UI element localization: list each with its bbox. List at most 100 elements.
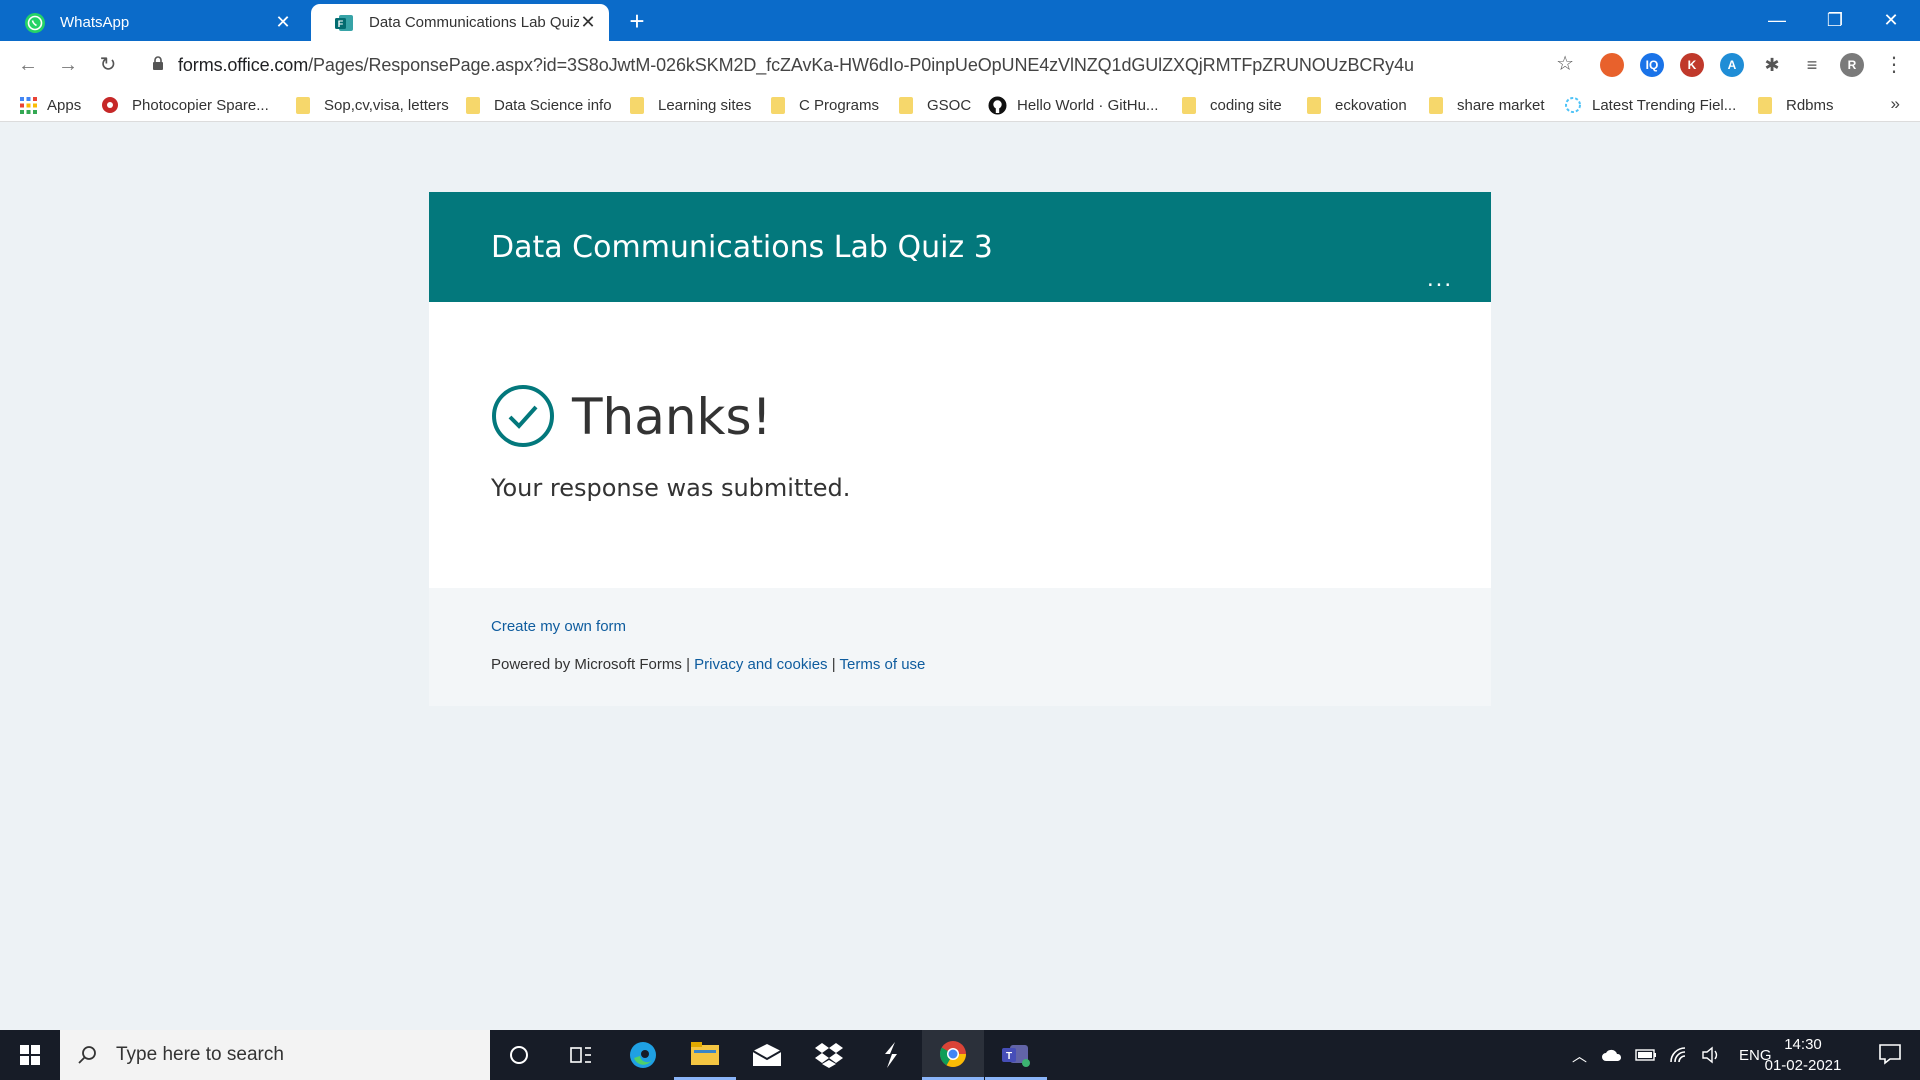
sublime-icon[interactable] bbox=[860, 1030, 922, 1080]
tab-title: Data Communications Lab Quiz 3 bbox=[369, 14, 579, 31]
whatsapp-icon bbox=[25, 12, 45, 33]
microsoft-forms-icon: F bbox=[335, 14, 353, 31]
browser-menu-icon[interactable]: ⋮ bbox=[1880, 51, 1908, 79]
ext-a-icon[interactable]: A bbox=[1720, 53, 1744, 77]
bookmark-coding-site[interactable]: coding site bbox=[1182, 94, 1282, 116]
show-hidden-icons-chevron-icon[interactable]: ︿ bbox=[1572, 1045, 1587, 1066]
form-footer: Create my own form Powered by Microsoft … bbox=[429, 588, 1491, 706]
url-text: forms.office.com/Pages/ResponsePage.aspx… bbox=[178, 55, 1414, 76]
new-tab-button[interactable]: + bbox=[622, 6, 652, 36]
cortana-icon[interactable] bbox=[488, 1030, 550, 1080]
ext-iq-icon[interactable]: IQ bbox=[1640, 53, 1664, 77]
task-view-icon[interactable] bbox=[550, 1030, 612, 1080]
bookmark-label: eckovation bbox=[1335, 96, 1407, 114]
notifications-icon[interactable] bbox=[1878, 1042, 1902, 1066]
bookmark-github[interactable]: Hello World · GitHu... bbox=[988, 94, 1158, 116]
windows-logo-icon bbox=[20, 1045, 40, 1065]
mail-icon[interactable] bbox=[736, 1030, 798, 1080]
folder-icon bbox=[1182, 96, 1196, 114]
system-tray: ︿ ENG bbox=[1572, 1030, 1772, 1080]
bookmark-sop-cv[interactable]: Sop,cv,visa, letters bbox=[296, 94, 449, 116]
reload-button[interactable]: ↻ bbox=[94, 51, 122, 79]
media-queue-icon[interactable]: ≡ bbox=[1800, 53, 1824, 77]
separator: | bbox=[686, 656, 690, 673]
folder-icon bbox=[1429, 96, 1443, 114]
system-clock[interactable]: 14:30 01-02-2021 bbox=[1758, 1034, 1848, 1076]
close-tab-icon[interactable]: ✕ bbox=[274, 12, 292, 33]
cortana-circle-icon bbox=[510, 1046, 528, 1064]
volume-icon[interactable] bbox=[1701, 1046, 1721, 1064]
bookmark-gsoc[interactable]: GSOC bbox=[899, 94, 971, 116]
bookmarks-bar: Apps Photocopier Spare... Sop,cv,visa, l… bbox=[0, 88, 1920, 122]
create-form-link[interactable]: Create my own form bbox=[491, 618, 626, 635]
bookmark-latest-trending[interactable]: Latest Trending Fiel... bbox=[1564, 94, 1736, 116]
minimize-button[interactable]: — bbox=[1748, 0, 1806, 41]
teams-icon[interactable]: T bbox=[985, 1030, 1047, 1080]
bookmark-label: GSOC bbox=[927, 96, 972, 114]
bookmark-share-market[interactable]: share market bbox=[1429, 94, 1545, 116]
start-button[interactable] bbox=[0, 1030, 60, 1080]
photocopier-site-icon bbox=[102, 97, 118, 113]
thanks-heading: Thanks! bbox=[572, 388, 772, 446]
bookmark-label: Rdbms bbox=[1786, 96, 1834, 114]
profile-avatar[interactable]: R bbox=[1840, 53, 1864, 77]
apps-grid-icon bbox=[20, 96, 37, 114]
onedrive-cloud-icon[interactable] bbox=[1601, 1048, 1623, 1062]
close-tab-icon[interactable]: ✕ bbox=[579, 12, 597, 33]
dropbox-icon[interactable] bbox=[798, 1030, 860, 1080]
form-title: Data Communications Lab Quiz 3 bbox=[491, 230, 993, 265]
submission-message: Your response was submitted. bbox=[491, 474, 851, 502]
url-path: /Pages/ResponsePage.aspx?id=3S8oJwtM-026… bbox=[308, 55, 1414, 75]
clock-time: 14:30 bbox=[1784, 1036, 1822, 1053]
battery-icon[interactable] bbox=[1635, 1049, 1657, 1061]
terms-link[interactable]: Terms of use bbox=[840, 656, 926, 673]
bookmark-data-science[interactable]: Data Science info bbox=[466, 94, 612, 116]
form-header: Data Communications Lab Quiz 3 ... bbox=[429, 192, 1491, 302]
bookmark-learning-sites[interactable]: Learning sites bbox=[630, 94, 751, 116]
bookmark-apps[interactable]: Apps bbox=[20, 94, 81, 116]
bookmark-eckovation[interactable]: eckovation bbox=[1307, 94, 1407, 116]
tab-title: WhatsApp bbox=[60, 14, 130, 31]
edge-logo-icon bbox=[630, 1042, 656, 1068]
powered-by-text: Powered by Microsoft Forms bbox=[491, 656, 682, 673]
chrome-logo-icon bbox=[939, 1040, 967, 1067]
powered-by-line: Powered by Microsoft Forms | Privacy and… bbox=[491, 656, 925, 673]
privacy-link[interactable]: Privacy and cookies bbox=[694, 656, 827, 673]
ext-orange-icon[interactable] bbox=[1600, 53, 1624, 77]
teams-logo-icon: T bbox=[1002, 1044, 1030, 1067]
edge-icon[interactable] bbox=[612, 1030, 674, 1080]
close-window-button[interactable]: ✕ bbox=[1862, 0, 1920, 41]
back-button[interactable]: ← bbox=[14, 51, 42, 79]
restore-button[interactable]: ❐ bbox=[1806, 0, 1864, 41]
forward-button[interactable]: → bbox=[54, 51, 82, 79]
chrome-icon[interactable] bbox=[922, 1030, 984, 1080]
address-bar[interactable]: forms.office.com/Pages/ResponsePage.aspx… bbox=[138, 46, 1584, 82]
more-options-button[interactable]: ... bbox=[1427, 267, 1453, 291]
bookmark-photocopier[interactable]: Photocopier Spare... bbox=[100, 94, 269, 116]
search-icon bbox=[78, 1046, 96, 1064]
url-host: forms.office.com bbox=[178, 55, 309, 75]
bookmark-rdbms[interactable]: Rdbms bbox=[1758, 94, 1834, 116]
extensions-puzzle-icon[interactable]: ✱ bbox=[1760, 53, 1784, 77]
bookmark-label: Sop,cv,visa, letters bbox=[324, 96, 449, 114]
bookmarks-overflow-button[interactable]: » bbox=[1891, 94, 1900, 114]
folder-icon bbox=[899, 96, 913, 114]
tab-forms-active[interactable]: F Data Communications Lab Quiz 3 ✕ bbox=[311, 4, 609, 41]
bookmark-label: Learning sites bbox=[658, 96, 752, 114]
ext-k-icon[interactable]: K bbox=[1680, 53, 1704, 77]
taskbar-search-box[interactable]: Type here to search bbox=[60, 1030, 490, 1080]
folder-glyph-icon bbox=[691, 1041, 719, 1065]
bookmark-label: Latest Trending Fiel... bbox=[1592, 96, 1737, 114]
folder-icon bbox=[466, 96, 480, 114]
file-explorer-icon[interactable] bbox=[674, 1030, 736, 1080]
github-icon bbox=[988, 96, 1007, 114]
bookmark-label: share market bbox=[1457, 96, 1545, 114]
bookmark-c-programs[interactable]: C Programs bbox=[771, 94, 879, 116]
tab-whatsapp[interactable]: WhatsApp ✕ bbox=[2, 4, 304, 41]
lock-icon bbox=[153, 56, 163, 70]
folder-icon bbox=[1758, 96, 1772, 114]
wifi-icon[interactable] bbox=[1669, 1046, 1689, 1064]
bookmark-star-icon[interactable]: ☆ bbox=[1556, 51, 1574, 76]
svg-text:F: F bbox=[338, 19, 344, 29]
windows-taskbar: Type here to search T ︿ ENG 14:30 01-02-… bbox=[0, 1030, 1920, 1080]
